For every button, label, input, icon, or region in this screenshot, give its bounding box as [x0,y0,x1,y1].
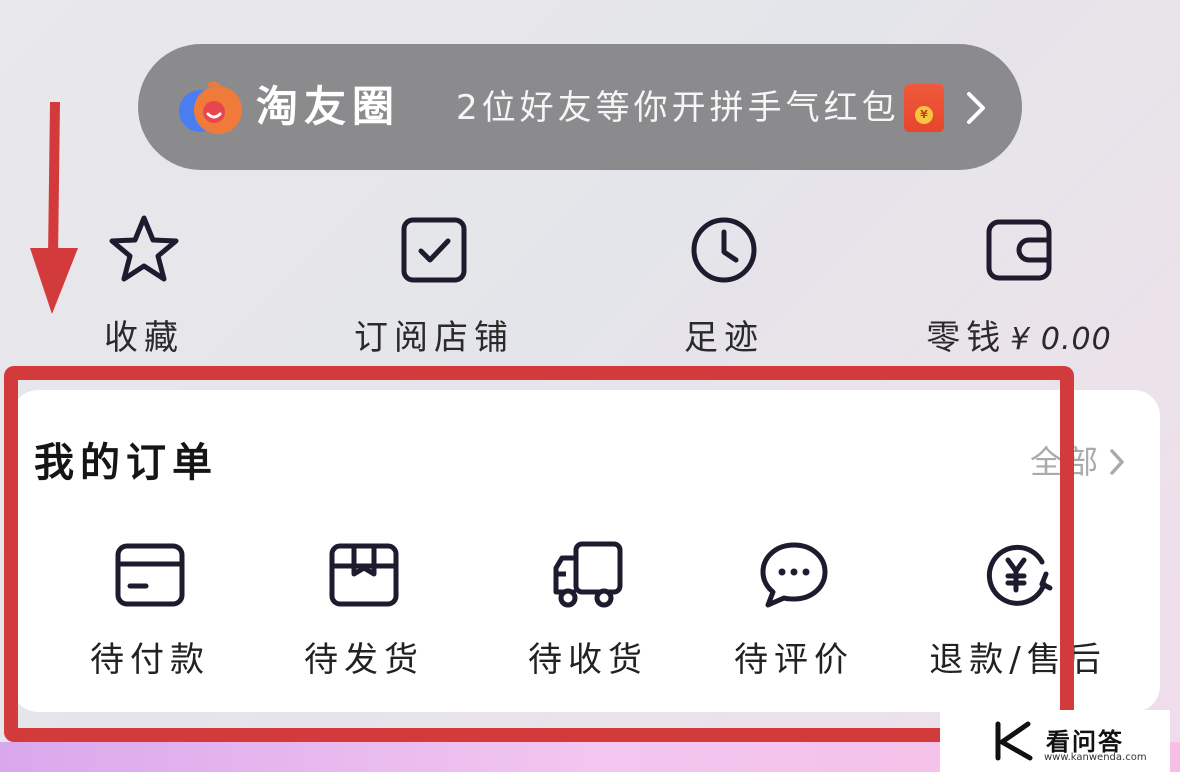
red-packet-icon: ¥ [904,84,944,132]
arrow-down-icon [30,102,78,314]
friends-circle-banner[interactable]: 淘友圈 2位好友等你开拼手气红包 ¥ [138,44,1022,170]
banner-invite-text: 2位好友等你开拼手气红包 [456,88,900,128]
kanwenda-logo-icon [995,721,1033,761]
chevron-right-icon [1110,449,1124,475]
kanwenda-watermark: 看问答 www.kanwenda.com [940,710,1170,772]
shortcut-label: 零钱 ¥ 0.00 [904,316,1134,362]
chevron-right-icon [967,92,985,124]
shortcut-wallet[interactable]: 零钱 ¥ 0.00 [904,212,1134,362]
shortcut-label: 订阅店铺 [354,318,514,358]
wallet-icon [986,219,1052,281]
star-icon [109,215,179,282]
highlight-box-annotation [4,366,1074,742]
wallet-balance: ¥ 0.00 [1010,322,1112,357]
shortcut-subscribed-shops[interactable]: 订阅店铺 [324,212,544,362]
taoyouquan-logo-icon [179,81,242,134]
watermark-url: www.kanwenda.com [1044,752,1147,763]
shortcut-footprints[interactable]: 足迹 [614,212,834,362]
shortcut-label: 收藏 [104,318,184,358]
banner-title: 淘友圈 [256,82,401,131]
clock-icon [691,217,757,283]
coin-icon: ¥ [915,106,933,124]
checkbox-icon [401,217,467,283]
shortcut-label: 足迹 [684,318,764,358]
wallet-label: 零钱 [926,318,1007,358]
